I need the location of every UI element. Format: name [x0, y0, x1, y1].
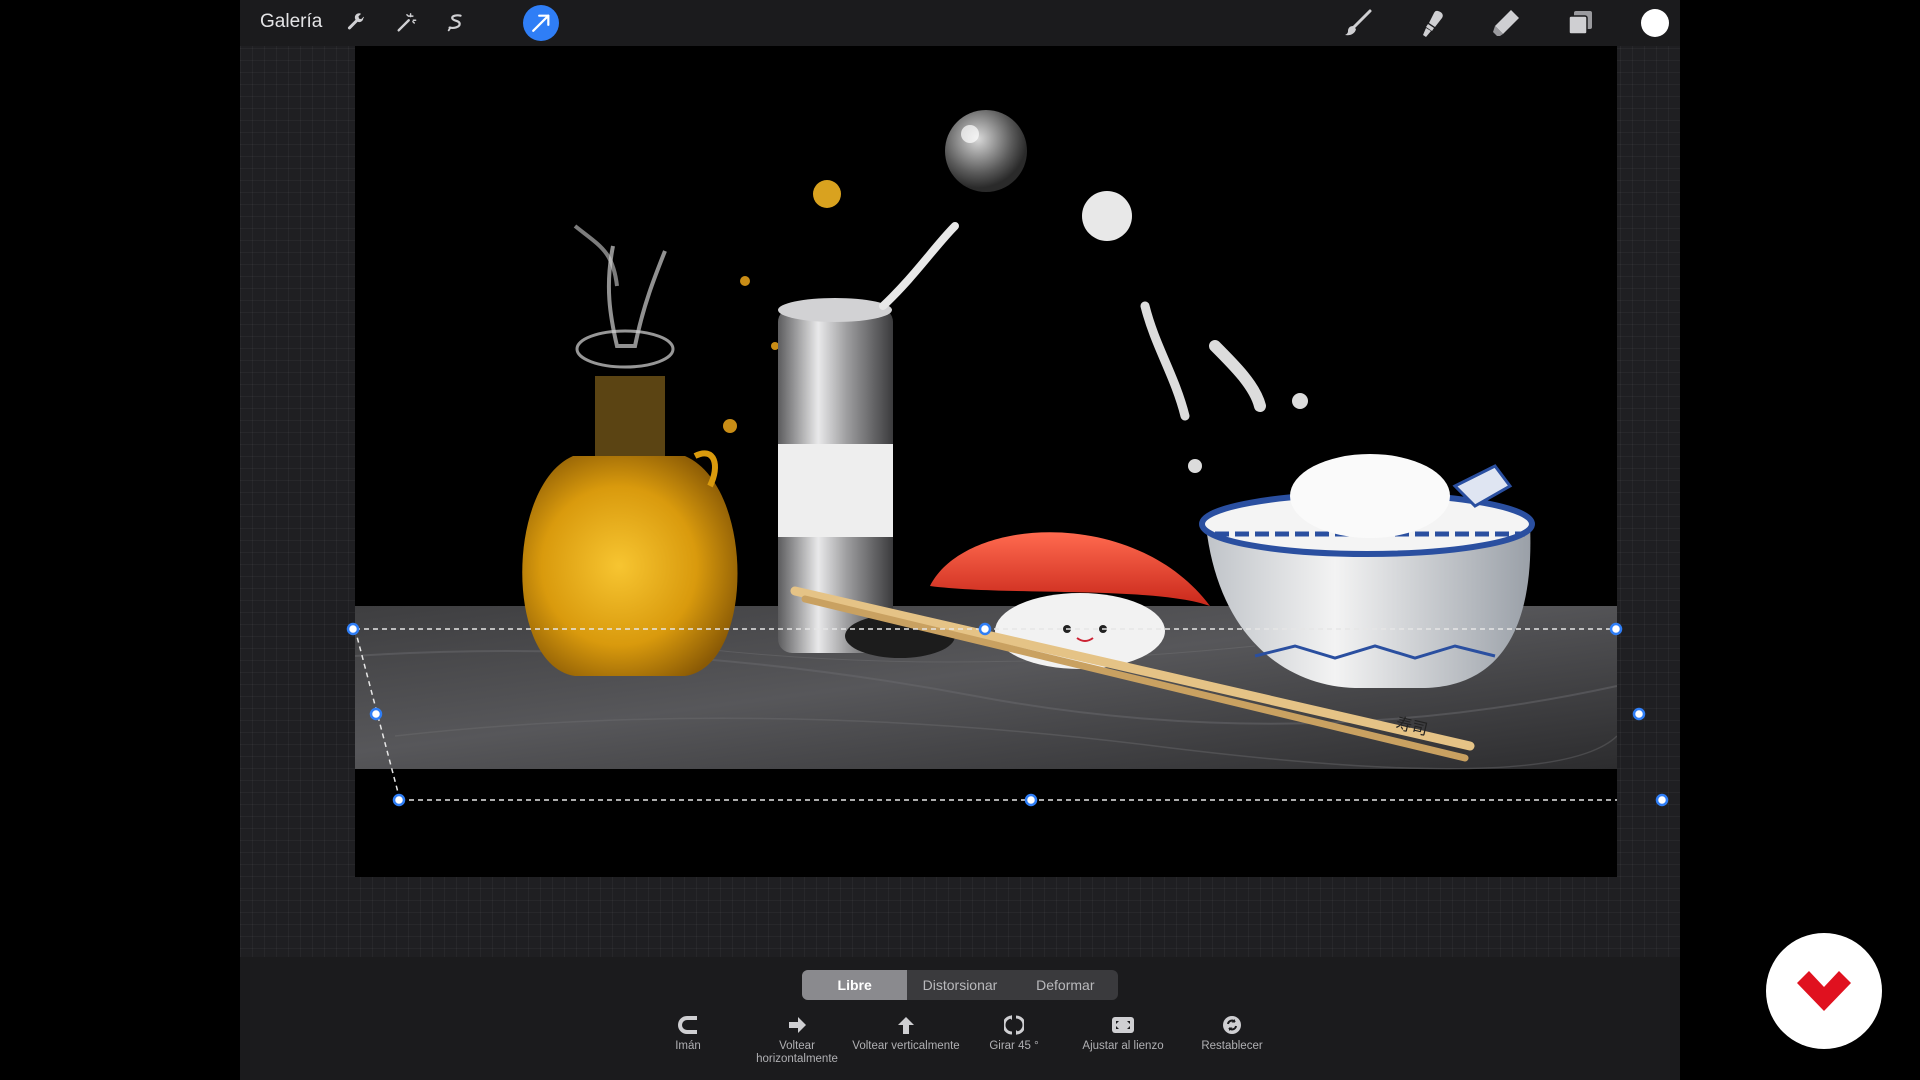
wrench-icon — [347, 13, 364, 30]
eraser-button[interactable] — [1488, 5, 1524, 41]
reset-button[interactable]: Restablecer — [1177, 1013, 1287, 1053]
mode-distorsionar[interactable]: Distorsionar — [907, 970, 1012, 1000]
gallery-button[interactable]: Galería — [260, 11, 322, 33]
flip-vertical-button[interactable]: Voltear verticalmente — [851, 1013, 961, 1053]
brand-logo — [1766, 933, 1882, 1049]
magnet-label: Imán — [675, 1040, 701, 1052]
selection-s-icon — [447, 14, 462, 32]
flip-vertical-label: Voltear verticalmente — [852, 1040, 960, 1052]
color-picker-button[interactable] — [1641, 9, 1669, 37]
reset-label: Restablecer — [1201, 1040, 1263, 1052]
top-toolbar: Galería — [240, 0, 1680, 46]
canvas[interactable]: 寿司 — [355, 46, 1617, 877]
logo-mark-icon — [1797, 971, 1851, 1011]
handle-middle-right — [1632, 707, 1646, 721]
fit-canvas-icon — [1112, 1017, 1134, 1033]
rotate-45-button[interactable]: Girar 45 ° — [959, 1013, 1069, 1053]
brush-icon — [1345, 9, 1372, 36]
transform-mode-selector: Libre Distorsionar Deformar — [802, 970, 1118, 1000]
fit-to-canvas-label: Ajustar al lienzo — [1082, 1040, 1164, 1052]
rotate-45-label: Girar 45 ° — [989, 1040, 1039, 1052]
magnet-icon — [678, 1016, 697, 1034]
brush-button[interactable] — [1340, 5, 1376, 41]
transform-selection-box[interactable] — [355, 46, 1617, 877]
adjustments-button[interactable] — [388, 5, 424, 41]
smudge-button[interactable] — [1414, 5, 1450, 41]
magnet-button[interactable]: Imán — [633, 1013, 743, 1053]
eraser-icon — [1493, 10, 1519, 36]
layers-icon — [1568, 11, 1592, 35]
procreate-app: Galería 寿司 Libre Distorsionar Deformar I… — [240, 0, 1680, 1080]
rotate-icon — [1004, 1015, 1024, 1035]
reset-icon — [1223, 1016, 1241, 1034]
arrow-right-icon — [789, 1017, 806, 1033]
mode-deformar[interactable]: Deformar — [1013, 970, 1118, 1000]
mode-libre[interactable]: Libre — [802, 970, 908, 1000]
transform-toolbar: Libre Distorsionar Deformar Imán Voltear… — [240, 957, 1680, 1080]
actions-button[interactable] — [338, 5, 374, 41]
arrow-up-icon — [898, 1017, 914, 1034]
selection-button[interactable] — [438, 5, 474, 41]
flip-horizontal-button[interactable]: Voltear horizontalmente — [742, 1013, 852, 1066]
smudge-icon — [1423, 10, 1443, 37]
layers-button[interactable] — [1562, 5, 1598, 41]
magic-wand-icon — [397, 13, 417, 32]
transform-button[interactable] — [523, 5, 559, 41]
flip-horizontal-label: Voltear horizontalmente — [756, 1040, 838, 1065]
fit-to-canvas-button[interactable]: Ajustar al lienzo — [1068, 1013, 1178, 1053]
handle-bottom-right — [1655, 793, 1669, 807]
transform-arrow-icon — [532, 14, 550, 32]
